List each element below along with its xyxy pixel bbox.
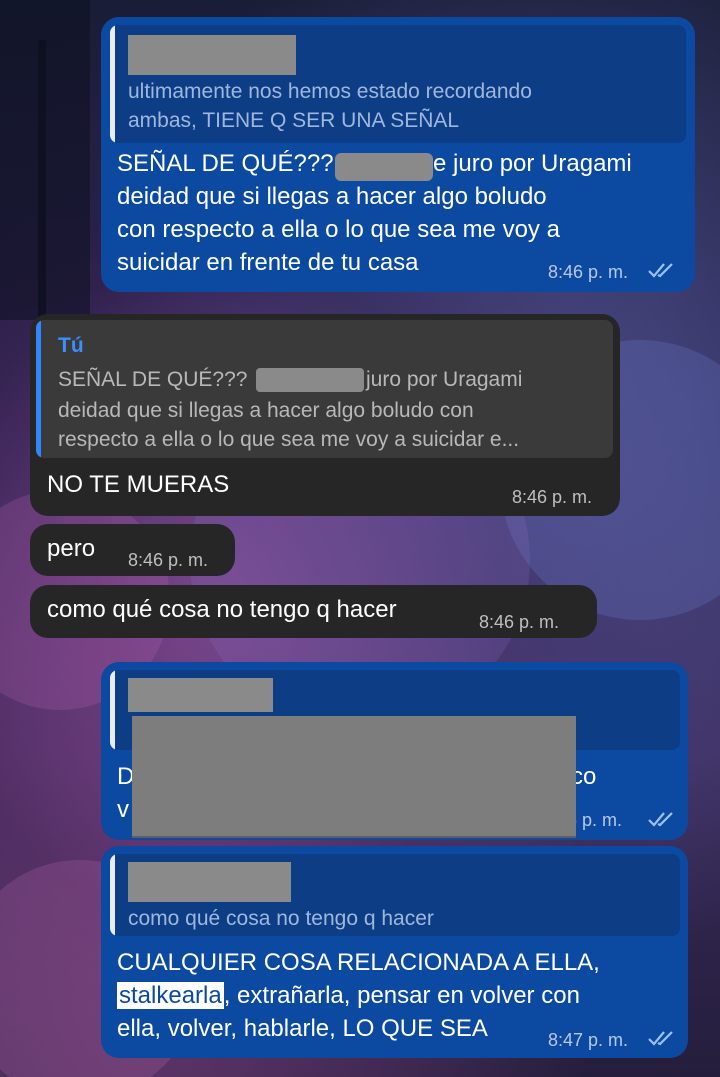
reply-accent-bar xyxy=(110,670,115,750)
reply-accent-bar xyxy=(110,854,115,936)
message-text-line: con respecto a ella o lo que sea me voy … xyxy=(117,216,560,243)
message-time: 8:46 p. m. xyxy=(512,487,593,507)
message-text-part: e juro por Uragami xyxy=(433,150,632,177)
message-time: 8:47 p. m. xyxy=(548,1030,629,1050)
message-text-line: SEÑAL DE QUÉ??? xyxy=(117,147,334,180)
message-text-part: SEÑAL DE QUÉ??? xyxy=(117,150,334,177)
redacted-sender-name xyxy=(128,35,296,75)
message-text-line: CUALQUIER COSA RELACIONADA A ELLA, xyxy=(117,949,600,976)
message-text: NO TE MUERAS xyxy=(47,471,230,498)
redacted-sender-name xyxy=(128,862,291,902)
message-incoming-3[interactable]: pero 8:46 p. m. xyxy=(30,524,235,576)
reply-quote-text: juro por Uragami xyxy=(366,368,523,391)
message-text-part: , extrañarla, pensar en volver con xyxy=(223,982,580,1009)
redacted-message-content xyxy=(132,716,576,836)
message-text-part: v xyxy=(117,796,129,823)
message-text-line: stalkearla, extrañarla, pensar en volver… xyxy=(117,979,580,1012)
redacted-text xyxy=(256,368,364,392)
reply-quote-text: deidad que si llegas a hacer algo boludo… xyxy=(58,399,474,422)
message-outgoing-1[interactable]: ultimamente nos hemos estado recordando … xyxy=(101,17,695,292)
reply-preview[interactable]: como qué cosa no tengo q hacer xyxy=(110,854,680,936)
selected-text-highlight[interactable]: stalkearla xyxy=(117,982,224,1009)
message-time: 8:46 p. m. xyxy=(128,550,209,570)
reply-preview[interactable]: Tú SEÑAL DE QUÉ??? juro por Uragami deid… xyxy=(36,320,613,458)
reply-accent-bar xyxy=(36,320,41,458)
redacted-text xyxy=(335,153,433,181)
message-text: como qué cosa no tengo q hacer xyxy=(47,596,397,623)
reply-quote-text: respecto a ella o lo que sea me voy a su… xyxy=(58,428,520,451)
message-text-line: ella, volver, hablarle, LO QUE SEA xyxy=(117,1015,488,1042)
message-time: 8:46 p. m. xyxy=(479,612,560,632)
reply-quote-text: ultimamente nos hemos estado recordando … xyxy=(128,80,532,132)
message-outgoing-5[interactable]: D v co 6 p. m. xyxy=(101,662,688,840)
reply-quote-text: SEÑAL DE QUÉ??? xyxy=(58,368,248,391)
message-outgoing-6[interactable]: como qué cosa no tengo q hacer CUALQUIER… xyxy=(101,846,688,1058)
redacted-sender-name xyxy=(128,678,273,712)
reply-sender-name: Tú xyxy=(58,334,84,357)
message-text-line: deidad que si llegas a hacer algo boludo xyxy=(117,183,547,210)
message-incoming-2[interactable]: Tú SEÑAL DE QUÉ??? juro por Uragami deid… xyxy=(30,314,620,516)
message-incoming-4[interactable]: como qué cosa no tengo q hacer 8:46 p. m… xyxy=(30,585,597,638)
reply-accent-bar xyxy=(110,25,115,143)
message-text: pero xyxy=(47,535,96,562)
double-check-icon xyxy=(648,812,673,827)
reply-quote-text: como qué cosa no tengo q hacer xyxy=(128,907,434,930)
double-check-icon xyxy=(648,1031,673,1046)
double-check-icon xyxy=(648,263,673,278)
message-time: 8:46 p. m. xyxy=(548,262,629,282)
reply-preview[interactable]: ultimamente nos hemos estado recordando … xyxy=(110,25,686,143)
message-text-line: suicidar en frente de tu casa xyxy=(117,249,419,276)
